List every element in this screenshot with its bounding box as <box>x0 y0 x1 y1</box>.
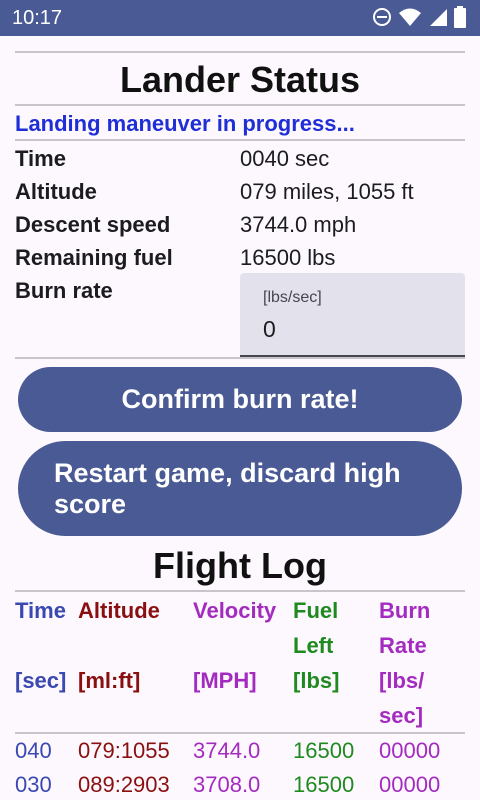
log-cell-time: 040 <box>15 738 52 763</box>
page-title: Lander Status <box>119 59 361 100</box>
stat-row-remaining-fuel: Remaining fuel 16500 lbs <box>15 241 465 274</box>
status-icons <box>372 6 466 28</box>
battery-icon <box>454 6 466 28</box>
log-cell-time: 030 <box>15 772 52 797</box>
divider <box>15 139 465 141</box>
divider <box>15 732 465 734</box>
divider <box>15 590 465 592</box>
burn-rate-value[interactable]: 0 <box>263 316 276 343</box>
confirm-burn-rate-button[interactable]: Confirm burn rate! <box>18 367 462 432</box>
status-bar: 10:17 <box>0 0 480 36</box>
burn-rate-input[interactable]: [lbs/sec] 0 <box>240 273 465 357</box>
column-header-fuel-left: Fuel Left [lbs] <box>293 598 340 693</box>
stat-value: 3744.0 mph <box>240 212 357 237</box>
status-message: Landing maneuver in progress... <box>15 111 355 136</box>
divider <box>15 104 465 106</box>
wifi-icon <box>399 8 421 26</box>
stat-row-altitude: Altitude 079 miles, 1055 ft <box>15 175 465 208</box>
stat-label: Descent speed <box>15 212 171 237</box>
stat-label: Time <box>15 146 66 171</box>
log-cell-burn: 00000 <box>379 738 441 763</box>
clock: 10:17 <box>12 7 63 29</box>
cell-signal-icon <box>430 9 447 26</box>
do-not-disturb-icon <box>373 8 391 26</box>
column-header-time: Time [sec] <box>15 598 67 693</box>
burn-rate-label: Burn rate <box>15 278 113 303</box>
burn-rate-placeholder: [lbs/sec] <box>263 289 322 306</box>
column-header-burn-rate: Burn Rate [lbs/sec] <box>379 598 431 728</box>
stat-label: Remaining fuel <box>15 245 173 270</box>
restart-game-button[interactable]: Restart game, discard high score <box>18 441 462 536</box>
stat-value: 16500 lbs <box>240 245 336 270</box>
flight-log-title: Flight Log <box>153 545 327 586</box>
log-cell-velocity: 3708.0 <box>193 772 261 797</box>
stat-value: 0040 sec <box>240 146 330 171</box>
stat-row-time: Time 0040 sec <box>15 142 465 175</box>
log-cell-altitude: 089:2903 <box>78 772 170 797</box>
column-header-velocity: Velocity [MPH] <box>193 598 277 693</box>
log-cell-fuel: 16500 <box>293 738 355 763</box>
divider <box>15 51 465 53</box>
log-cell-burn: 00000 <box>379 772 441 797</box>
stat-row-descent-speed: Descent speed 3744.0 mph <box>15 208 465 241</box>
divider <box>15 357 465 359</box>
stat-label: Altitude <box>15 179 97 204</box>
log-cell-fuel: 16500 <box>293 772 355 797</box>
stat-value: 079 miles, 1055 ft <box>240 179 414 204</box>
log-cell-velocity: 3744.0 <box>193 738 261 763</box>
log-cell-altitude: 079:1055 <box>78 738 170 763</box>
column-header-altitude: Altitude [ml:ft] <box>78 598 160 693</box>
